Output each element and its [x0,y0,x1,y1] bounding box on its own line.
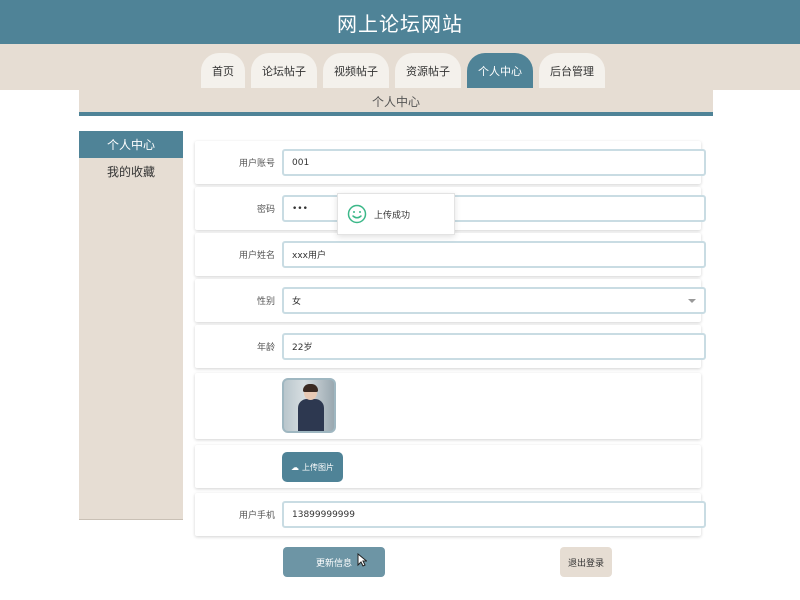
tab-personal-center[interactable]: 个人中心 [467,53,533,89]
name-field[interactable] [282,241,706,268]
form-row-age: 年龄 [195,325,706,368]
sidebar: 个人中心 我的收藏 [79,131,183,520]
tab-video-posts[interactable]: 视频帖子 [323,53,389,89]
form-row-phone: 用户手机 [195,493,706,536]
upload-success-toast: 上传成功 [337,193,455,235]
main-nav: 首页 论坛帖子 视频帖子 资源帖子 个人中心 后台管理 [201,53,605,89]
gender-value: 女 [292,297,302,307]
sidebar-item-favorites[interactable]: 我的收藏 [79,158,183,185]
gender-label: 性别 [256,297,275,307]
tab-admin[interactable]: 后台管理 [539,53,605,89]
avatar-image[interactable] [282,378,336,433]
upload-image-button[interactable]: ☁ 上传图片 [282,452,343,482]
name-input[interactable] [292,249,704,260]
chevron-down-icon [688,299,696,303]
smile-icon [347,204,367,224]
avatar-person-hair [303,384,318,392]
form-row-account: 用户账号 [195,141,706,184]
name-label: 用户姓名 [238,251,275,261]
site-title: 网上论坛网站 [337,11,463,36]
age-field[interactable] [282,333,706,360]
form-row-avatar [195,373,701,439]
password-value: ••• [292,203,308,214]
phone-field[interactable] [282,501,706,528]
account-field[interactable] [282,149,706,176]
sidebar-item-personal-center[interactable]: 个人中心 [79,131,183,158]
avatar-person-body [298,399,324,431]
update-info-button[interactable]: 更新信息 [283,547,385,577]
phone-label: 用户手机 [238,511,275,521]
header-bar: 网上论坛网站 [0,0,800,44]
age-input[interactable] [292,341,704,352]
mouse-cursor-icon [357,553,367,567]
phone-input[interactable] [292,509,704,520]
account-input[interactable] [292,157,704,168]
tab-resource-posts[interactable]: 资源帖子 [395,53,461,89]
form-row-gender: 性别 女 [195,279,706,322]
tab-forum-posts[interactable]: 论坛帖子 [251,53,317,89]
cloud-upload-icon: ☁ [291,462,299,472]
form-row-name: 用户姓名 [195,233,706,276]
form-row-upload: ☁ 上传图片 [195,445,701,488]
logout-button[interactable]: 退出登录 [560,547,612,577]
toast-message: 上传成功 [374,210,411,221]
account-label: 用户账号 [238,159,275,169]
gender-select[interactable]: 女 [282,287,706,314]
breadcrumb: 个人中心 [79,88,713,114]
password-label: 密码 [256,205,275,215]
upload-button-label: 上传图片 [302,462,334,472]
age-label: 年龄 [256,343,275,353]
breadcrumb-divider [79,112,713,116]
tab-home[interactable]: 首页 [201,53,245,89]
